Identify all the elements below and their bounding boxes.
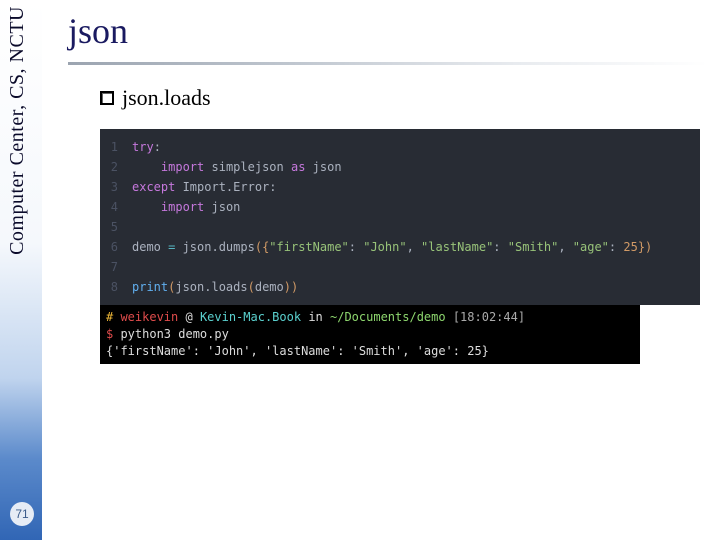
slide-sidebar: Computer Center, CS, NCTU bbox=[0, 0, 42, 540]
code-line: 6demo = json.dumps({"firstName": "John",… bbox=[100, 237, 700, 257]
code-line: 5 bbox=[100, 217, 700, 237]
bullet-label: json.loads bbox=[122, 85, 211, 111]
code-text: print(json.loads(demo)) bbox=[132, 277, 298, 297]
code-text: import json bbox=[132, 197, 240, 217]
code-text: except Import.Error: bbox=[132, 177, 277, 197]
code-line: 3except Import.Error: bbox=[100, 177, 700, 197]
terminal-block: # weikevin @ Kevin-Mac.Book in ~/Documen… bbox=[100, 305, 640, 364]
code-text: import simplejson as json bbox=[132, 157, 342, 177]
code-text: try: bbox=[132, 137, 161, 157]
line-number: 1 bbox=[100, 137, 132, 157]
slide-content: json json.loads 1try:2 import simplejson… bbox=[60, 10, 708, 364]
page-number-badge: 71 bbox=[10, 502, 34, 526]
code-line: 4 import json bbox=[100, 197, 700, 217]
code-line: 1try: bbox=[100, 137, 700, 157]
title-divider bbox=[68, 62, 708, 65]
line-number: 8 bbox=[100, 277, 132, 297]
bullet-item: json.loads bbox=[100, 85, 708, 111]
code-editor-block: 1try:2 import simplejson as json3except … bbox=[100, 129, 700, 305]
square-bullet-icon bbox=[100, 91, 114, 105]
code-text: demo = json.dumps({"firstName": "John", … bbox=[132, 237, 652, 257]
terminal-line: {'firstName': 'John', 'lastName': 'Smith… bbox=[106, 343, 634, 360]
line-number: 2 bbox=[100, 157, 132, 177]
code-line: 7 bbox=[100, 257, 700, 277]
code-line: 2 import simplejson as json bbox=[100, 157, 700, 177]
line-number: 5 bbox=[100, 217, 132, 237]
line-number: 4 bbox=[100, 197, 132, 217]
line-number: 6 bbox=[100, 237, 132, 257]
terminal-line: $ python3 demo.py bbox=[106, 326, 634, 343]
line-number: 3 bbox=[100, 177, 132, 197]
terminal-line: # weikevin @ Kevin-Mac.Book in ~/Documen… bbox=[106, 309, 634, 326]
slide-title: json bbox=[68, 10, 708, 52]
line-number: 7 bbox=[100, 257, 132, 277]
sidebar-org-label: Computer Center, CS, NCTU bbox=[6, 6, 29, 255]
code-line: 8print(json.loads(demo)) bbox=[100, 277, 700, 297]
